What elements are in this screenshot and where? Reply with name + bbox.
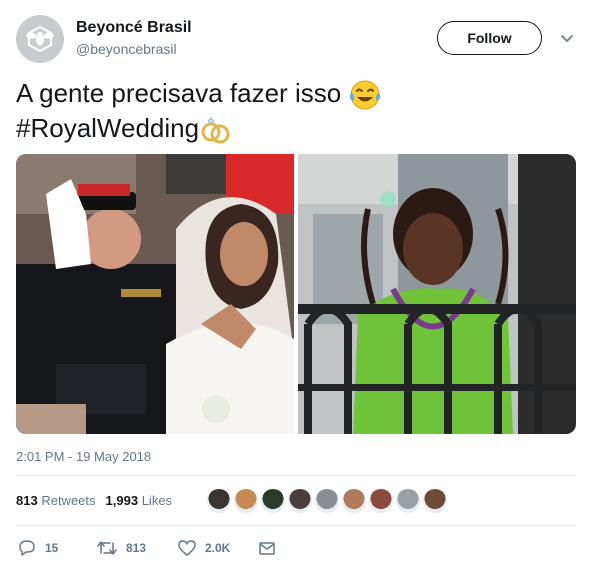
mail-icon (259, 542, 275, 555)
liker-avatars (207, 489, 447, 513)
like-count: 2.0K (205, 541, 231, 555)
like-button[interactable]: 2.0K (178, 539, 230, 557)
liker-avatar[interactable] (234, 489, 258, 513)
retweet-button[interactable]: 813 (97, 539, 146, 557)
retweet-count: 813 (126, 541, 147, 555)
chevron-down-icon[interactable] (560, 31, 574, 45)
likes-count: 1,993 (105, 493, 139, 508)
account-handle[interactable]: @beyoncebrasil (76, 41, 177, 57)
face-with-tears-of-joy-icon (350, 80, 381, 110)
liker-avatar[interactable] (315, 489, 339, 513)
tweet-line-1: A gente precisava fazer isso (16, 78, 342, 108)
tweet-stats: 813 Retweets 1,993 Likes (16, 493, 172, 508)
reply-button[interactable]: 15 (18, 539, 58, 557)
retweets-stat[interactable]: 813 Retweets (16, 493, 96, 508)
liker-avatar[interactable] (369, 489, 393, 513)
tweet-timestamp[interactable]: 2:01 PM - 19 May 2018 (16, 449, 151, 464)
hashtag-link[interactable]: #RoyalWedding (16, 113, 199, 143)
liker-avatar[interactable] (342, 489, 366, 513)
divider (16, 525, 576, 526)
royal-wedding-photo[interactable] (16, 154, 294, 434)
tweet-text: A gente precisava fazer isso #RoyalWeddi… (16, 76, 576, 145)
reply-count: 15 (45, 541, 59, 555)
account-name[interactable]: Beyoncé Brasil (76, 19, 192, 37)
rings-icon (201, 117, 230, 144)
liker-avatar[interactable] (261, 489, 285, 513)
liker-avatar[interactable] (396, 489, 420, 513)
follow-button[interactable]: Follow (437, 21, 542, 55)
retweets-label: Retweets (41, 493, 96, 508)
likes-label: Likes (141, 493, 173, 508)
liker-avatar[interactable] (423, 489, 447, 513)
direct-message-button[interactable] (258, 539, 276, 557)
retweet-icon (97, 541, 117, 555)
likes-stat[interactable]: 1,993 Likes (106, 493, 173, 508)
media-container[interactable] (16, 154, 576, 434)
retweets-count: 813 (16, 493, 38, 508)
divider (16, 475, 576, 476)
bee-logo-icon (26, 25, 54, 53)
liker-avatar[interactable] (288, 489, 312, 513)
heart-icon (178, 540, 196, 556)
avatar[interactable] (16, 15, 64, 63)
girl-on-balcony-photo[interactable] (298, 154, 576, 434)
reply-icon (19, 540, 35, 556)
liker-avatar[interactable] (207, 489, 231, 513)
